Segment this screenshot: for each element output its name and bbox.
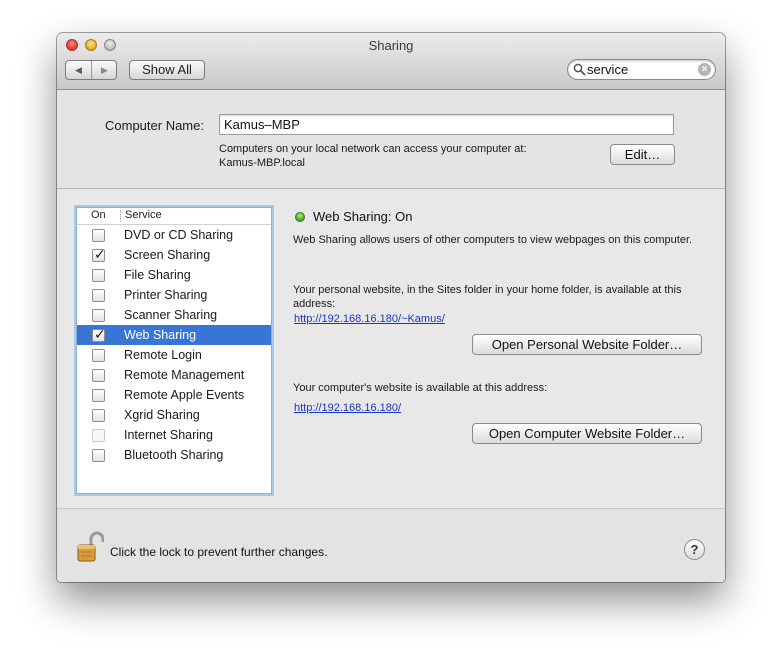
service-label: Scanner Sharing: [124, 308, 218, 322]
computer-name-description-line1: Computers on your local network can acce…: [219, 143, 527, 155]
search-input-value[interactable]: service: [587, 62, 628, 77]
service-label: Remote Management: [124, 368, 245, 382]
forward-arrow-icon: ▶: [101, 64, 108, 75]
status-indicator-icon: [295, 212, 305, 222]
back-forward-group: ◀ ▶: [65, 60, 117, 80]
personal-website-description: Your personal website, in the Sites fold…: [293, 284, 682, 310]
service-label: DVD or CD Sharing: [124, 228, 234, 242]
computer-website-link[interactable]: http://192.168.16.180/: [294, 402, 401, 414]
open-personal-website-folder-button[interactable]: Open Personal Website Folder…: [472, 334, 702, 355]
service-label: Internet Sharing: [124, 428, 213, 442]
service-row[interactable]: File Sharing: [77, 265, 271, 285]
lock-icon[interactable]: [76, 531, 104, 563]
service-checkbox[interactable]: [92, 409, 105, 422]
footer-panel: Click the lock to prevent further change…: [57, 508, 725, 582]
computer-name-description: Computers on your local network can acce…: [219, 142, 527, 170]
service-checkbox: [92, 429, 105, 442]
checkmark-icon: ✓: [94, 246, 106, 262]
help-button[interactable]: ?: [684, 539, 705, 560]
edit-button[interactable]: Edit…: [610, 144, 675, 165]
service-checkbox[interactable]: [92, 269, 105, 282]
service-checkbox[interactable]: [92, 289, 105, 302]
service-row[interactable]: Xgrid Sharing: [77, 405, 271, 425]
service-checkbox[interactable]: [92, 309, 105, 322]
checkmark-icon: ✓: [94, 326, 106, 342]
service-row[interactable]: ✓ Web Sharing: [77, 325, 271, 345]
service-label: Web Sharing: [124, 328, 197, 342]
service-checkbox[interactable]: [92, 349, 105, 362]
lock-message: Click the lock to prevent further change…: [110, 545, 328, 559]
forward-button[interactable]: ▶: [92, 61, 117, 79]
service-label: Remote Apple Events: [124, 388, 245, 402]
sharing-window: Sharing ◀ ▶ Show All service × Computer …: [57, 33, 725, 582]
service-label: Screen Sharing: [124, 248, 211, 262]
title-bar: Sharing ◀ ▶ Show All service ×: [57, 33, 725, 90]
local-hostname: Kamus-MBP.local: [219, 157, 305, 169]
service-row[interactable]: Scanner Sharing: [77, 305, 271, 325]
service-column-header[interactable]: Service: [125, 209, 162, 221]
service-row[interactable]: Remote Apple Events: [77, 385, 271, 405]
computer-name-panel: Computer Name: Kamus–MBP Computers on yo…: [57, 90, 725, 189]
service-label: Bluetooth Sharing: [124, 448, 224, 462]
main-panel: On Service DVD or CD Sharing ✓ Screen Shar…: [57, 189, 725, 507]
service-checkbox[interactable]: [92, 369, 105, 382]
search-icon: [573, 63, 586, 76]
search-field[interactable]: service ×: [567, 59, 716, 80]
window-title: Sharing: [368, 38, 414, 53]
service-row[interactable]: Remote Management: [77, 365, 271, 385]
service-row[interactable]: ✓ Screen Sharing: [77, 245, 271, 265]
service-row[interactable]: Printer Sharing: [77, 285, 271, 305]
service-checkbox[interactable]: [92, 449, 105, 462]
service-checkbox[interactable]: ✓: [92, 246, 106, 262]
service-row[interactable]: Bluetooth Sharing: [77, 445, 271, 465]
service-label: File Sharing: [124, 268, 191, 282]
service-row[interactable]: Internet Sharing: [77, 425, 271, 445]
computer-website-description: Your computer's website is available at …: [293, 382, 548, 394]
back-arrow-icon: ◀: [75, 64, 82, 75]
clear-search-icon[interactable]: ×: [698, 63, 711, 76]
show-all-button[interactable]: Show All: [129, 60, 205, 80]
computer-name-label: Computer Name:: [105, 118, 204, 133]
service-description: Web Sharing allows users of other comput…: [293, 234, 693, 246]
service-list-header: On Service: [77, 208, 271, 225]
open-computer-website-folder-button[interactable]: Open Computer Website Folder…: [472, 423, 702, 444]
service-label: Remote Login: [124, 348, 202, 362]
service-list[interactable]: On Service DVD or CD Sharing ✓ Screen Shar…: [76, 207, 272, 494]
service-label: Printer Sharing: [124, 288, 208, 302]
service-checkbox[interactable]: [92, 389, 105, 402]
service-row[interactable]: Remote Login: [77, 345, 271, 365]
service-checkbox[interactable]: [92, 229, 105, 242]
service-label: Xgrid Sharing: [124, 408, 200, 422]
service-row[interactable]: DVD or CD Sharing: [77, 225, 271, 245]
column-divider: [120, 210, 121, 222]
back-button[interactable]: ◀: [66, 61, 92, 79]
service-status-title: Web Sharing: On: [313, 209, 413, 224]
personal-website-link[interactable]: http://192.168.16.180/~Kamus/: [294, 313, 445, 325]
on-column-header[interactable]: On: [91, 209, 106, 221]
computer-name-input[interactable]: Kamus–MBP: [219, 114, 674, 135]
service-checkbox[interactable]: ✓: [92, 326, 106, 342]
